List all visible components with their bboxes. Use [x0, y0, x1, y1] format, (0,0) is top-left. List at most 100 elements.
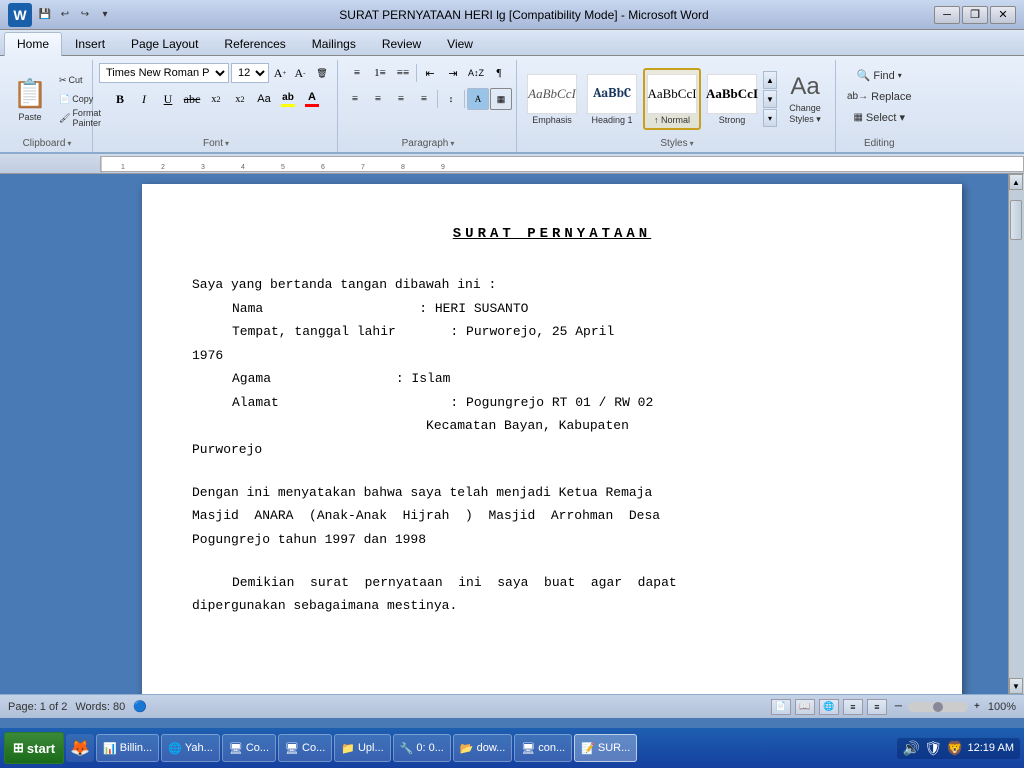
font-grow-button[interactable]: A+ — [271, 64, 289, 82]
decrease-indent-button[interactable]: ⇤ — [419, 62, 441, 84]
zoom-out-button[interactable]: ─ — [895, 701, 902, 712]
taskbar-btn-surat[interactable]: 📝SUR... — [574, 734, 637, 762]
taskbar-btn-co1[interactable]: 🖥Co... — [222, 734, 276, 762]
select-button[interactable]: ▦ Select ▾ — [848, 108, 910, 127]
tab-references[interactable]: References — [211, 32, 298, 55]
ordered-list-button[interactable]: 1≡ — [369, 62, 391, 84]
style-strong-preview: AaBbCcI — [707, 74, 757, 114]
tab-home[interactable]: Home — [4, 32, 62, 56]
taskbar-btn-co2[interactable]: 🖥Co... — [278, 734, 332, 762]
web-layout-button[interactable]: 🌐 — [819, 699, 839, 715]
style-emphasis[interactable]: AaBbCcI Emphasis — [523, 68, 581, 130]
strikethrough-button[interactable]: abc — [181, 88, 203, 110]
justify-button[interactable]: ≡ — [413, 88, 435, 110]
styles-scroll-up[interactable]: ▲ — [763, 71, 777, 89]
close-button[interactable]: ✕ — [990, 6, 1016, 24]
start-button[interactable]: ⊞ start — [4, 732, 64, 764]
show-formatting-button[interactable]: ¶ — [488, 62, 510, 84]
taskbar-btn-billin[interactable]: 📊Billin... — [96, 734, 159, 762]
style-heading1[interactable]: AaBbC Heading 1 — [583, 68, 641, 130]
editing-content: 🔍 Find ▾ ab→ Replace ▦ Select ▾ — [842, 62, 916, 136]
italic-button[interactable]: I — [133, 88, 155, 110]
font-name-select[interactable]: Times New Roman PS M — [99, 63, 229, 83]
outline-button[interactable]: ≡ — [843, 699, 863, 715]
tab-view[interactable]: View — [434, 32, 486, 55]
taskbar-icon-firefox[interactable]: 🦊 — [66, 734, 94, 762]
underline-button[interactable]: U — [157, 88, 179, 110]
scroll-down-button[interactable]: ▼ — [1009, 678, 1023, 694]
align-right-button[interactable]: ≡ — [390, 88, 412, 110]
shading-button[interactable]: A — [467, 88, 489, 110]
line-spacing-button[interactable]: ↕ — [440, 88, 462, 110]
paste-button[interactable]: 📋 Paste — [6, 70, 54, 128]
paragraph-expand-button[interactable]: ▾ — [450, 139, 454, 148]
restore-button[interactable]: ❐ — [962, 6, 988, 24]
increase-indent-button[interactable]: ⇥ — [442, 62, 464, 84]
clipboard-group-label: Clipboard ▾ — [6, 136, 88, 150]
draft-button[interactable]: ≡ — [867, 699, 887, 715]
taskbar-btn-debug[interactable]: 🔧0: 0... — [393, 734, 451, 762]
format-painter-button[interactable]: 🖌 Format Painter — [56, 109, 88, 127]
ribbon: 📋 Paste ✂ Cut 📄 Copy 🖌 Format Painter — [0, 56, 1024, 154]
find-dropdown[interactable]: ▾ — [898, 71, 902, 80]
change-styles-button[interactable]: Aa ChangeStyles ▾ — [779, 68, 831, 130]
scroll-track[interactable] — [1009, 190, 1024, 678]
align-left-button[interactable]: ≡ — [344, 88, 366, 110]
document[interactable]: SURAT PERNYATAAN Saya yang bertanda tang… — [142, 184, 962, 694]
save-button[interactable]: 💾 — [36, 6, 54, 24]
full-reading-button[interactable]: 📖 — [795, 699, 815, 715]
subscript-button[interactable]: x2 — [205, 88, 227, 110]
cut-button[interactable]: ✂ Cut — [56, 71, 88, 89]
dropdown-arrow[interactable]: ▾ — [96, 6, 114, 24]
replace-button[interactable]: ab→ Replace — [842, 87, 916, 106]
window-title: SURAT PERNYATAAN HERI lg [Compatibility … — [114, 8, 934, 22]
taskbar-btn-upl[interactable]: 📁Upl... — [334, 734, 390, 762]
multilevel-list-button[interactable]: ≡≡ — [392, 62, 414, 84]
redo-button[interactable]: ↪ — [76, 6, 94, 24]
styles-expand-button[interactable]: ▾ — [690, 139, 694, 148]
styles-more[interactable]: ▾ — [763, 109, 777, 127]
align-center-button[interactable]: ≡ — [367, 88, 389, 110]
find-button[interactable]: 🔍 Find ▾ — [852, 66, 907, 85]
replace-label: Replace — [871, 91, 911, 103]
style-normal[interactable]: AaBbCcI ↑ Normal — [643, 68, 701, 130]
minimize-button[interactable]: ─ — [934, 6, 960, 24]
sort-button[interactable]: A↕Z — [465, 62, 487, 84]
replace-icon: ab→ — [847, 91, 868, 102]
taskbar-btn-con[interactable]: 🖥con... — [514, 734, 572, 762]
title-bar-left: W 💾 ↩ ↪ ▾ — [8, 3, 114, 27]
bold-button[interactable]: B — [109, 88, 131, 110]
scroll-thumb[interactable] — [1010, 200, 1022, 240]
print-layout-button[interactable]: 📄 — [771, 699, 791, 715]
highlight-color-button[interactable]: ab — [277, 88, 299, 110]
para-row-2: ≡ ≡ ≡ ≡ ↕ A ▦ — [344, 88, 512, 110]
taskbar-btn-yahoo[interactable]: 🌐Yah... — [161, 734, 220, 762]
change-case-button[interactable]: Aa — [253, 88, 275, 110]
style-strong[interactable]: AaBbCcI Strong — [703, 68, 761, 130]
font-shrink-button[interactable]: A- — [291, 64, 309, 82]
clipboard-expand-button[interactable]: ▾ — [67, 139, 71, 148]
superscript-button[interactable]: x2 — [229, 88, 251, 110]
tab-insert[interactable]: Insert — [62, 32, 118, 55]
copy-button[interactable]: 📄 Copy — [56, 90, 88, 108]
tab-review[interactable]: Review — [369, 32, 434, 55]
clear-format-button[interactable]: 🗑 — [311, 62, 333, 84]
scroll-up-button[interactable]: ▲ — [1009, 174, 1023, 190]
font-expand-button[interactable]: ▾ — [225, 139, 229, 148]
styles-scroll-down[interactable]: ▼ — [763, 90, 777, 108]
border-button[interactable]: ▦ — [490, 88, 512, 110]
ruler: 1 2 3 4 5 6 7 8 9 — [100, 156, 1024, 172]
taskbar-btn-dow[interactable]: 📂dow... — [453, 734, 512, 762]
zoom-in-button[interactable]: + — [974, 701, 980, 712]
font-size-select[interactable]: 12 — [231, 63, 269, 83]
quick-access: 💾 ↩ ↪ ▾ — [36, 6, 114, 24]
font-color-button[interactable]: A — [301, 88, 323, 110]
change-styles-label: ChangeStyles ▾ — [789, 103, 821, 125]
unordered-list-button[interactable]: ≡ — [346, 62, 368, 84]
zoom-slider[interactable] — [908, 702, 968, 712]
tab-mailings[interactable]: Mailings — [299, 32, 369, 55]
svg-text:5: 5 — [281, 164, 285, 171]
undo-button[interactable]: ↩ — [56, 6, 74, 24]
tab-page-layout[interactable]: Page Layout — [118, 32, 211, 55]
zoom-thumb[interactable] — [933, 702, 943, 712]
